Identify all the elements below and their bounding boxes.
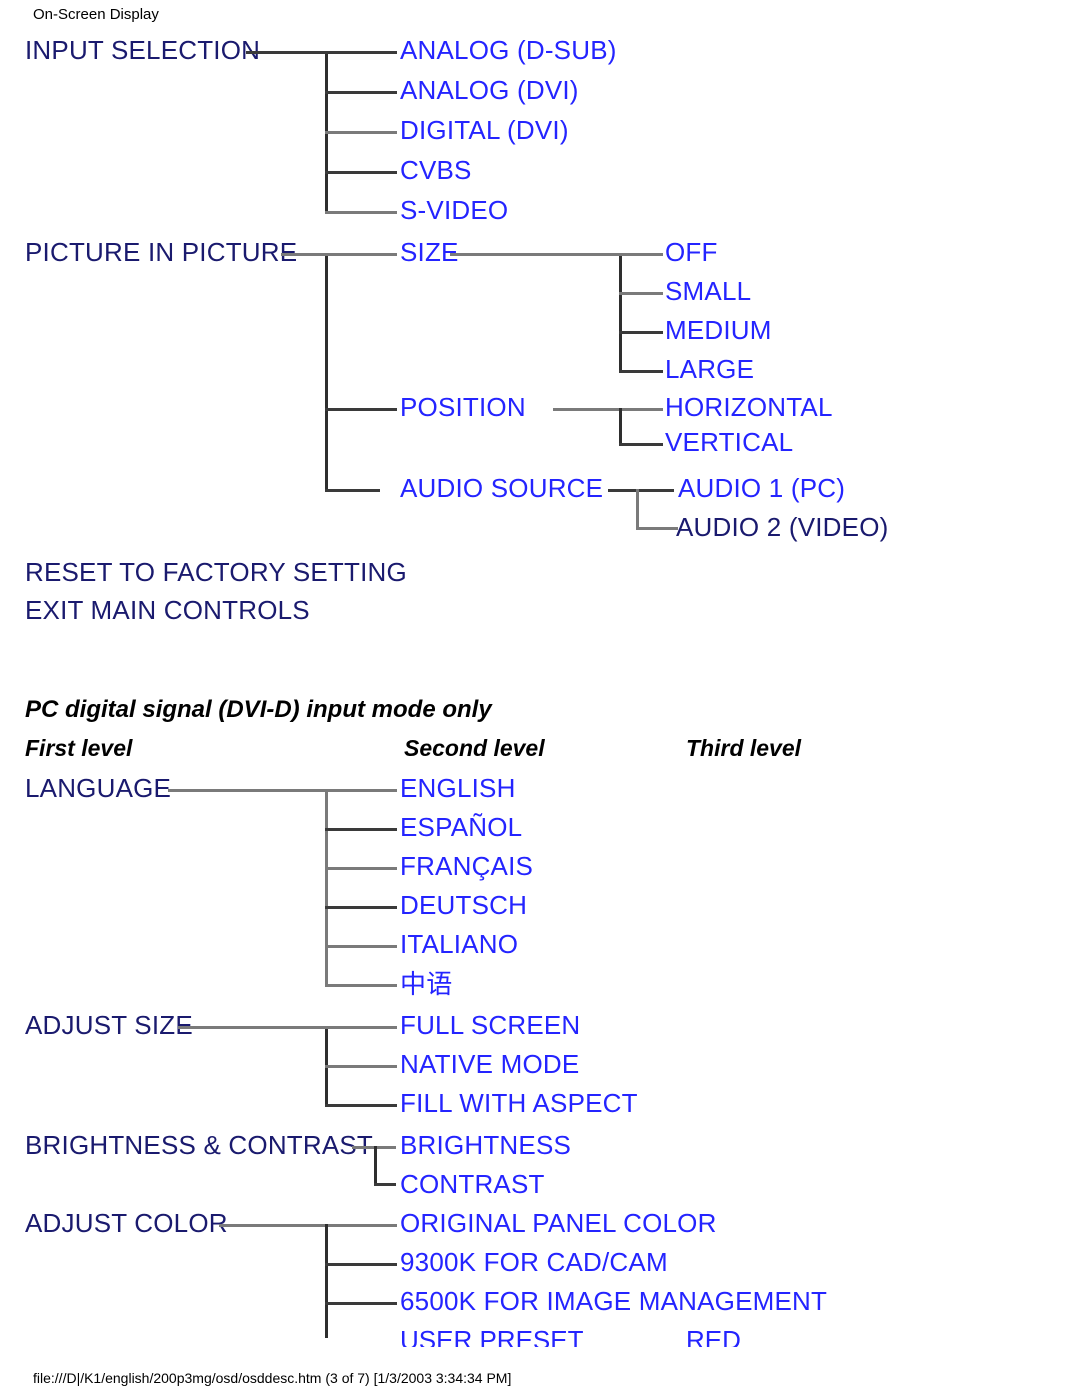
connector-horizontal xyxy=(636,527,678,530)
menu-item-brightness[interactable]: BRIGHTNESS xyxy=(400,1130,571,1161)
connector-horizontal xyxy=(325,171,397,174)
menu-item-size-large[interactable]: LARGE xyxy=(665,354,754,385)
menu-item-analog-dvi[interactable]: ANALOG (DVI) xyxy=(400,75,579,106)
connector-horizontal xyxy=(281,253,328,256)
menu-item-original-panel-color[interactable]: ORIGINAL PANEL COLOR xyxy=(400,1208,717,1239)
menu-item-language-deutsch[interactable]: DEUTSCH xyxy=(400,890,527,921)
connector-horizontal xyxy=(325,253,397,256)
page-title: On-Screen Display xyxy=(33,6,159,23)
connector-horizontal xyxy=(325,984,397,987)
connector-horizontal xyxy=(178,1026,328,1029)
connector-horizontal xyxy=(619,253,663,256)
osd-menu-tree-page: { "page": { "header": "On-Screen Display… xyxy=(0,0,1080,1397)
status-bar-path: file:///D|/K1/english/200p3mg/osd/osddes… xyxy=(33,1370,512,1386)
connector-horizontal xyxy=(619,443,663,446)
menu-item-6500k-image-management[interactable]: 6500K FOR IMAGE MANAGEMENT xyxy=(400,1286,827,1317)
connector-horizontal xyxy=(325,906,397,909)
menu-item-language-italiano[interactable]: ITALIANO xyxy=(400,929,518,960)
menu-item-s-video[interactable]: S-VIDEO xyxy=(400,195,508,226)
connector-horizontal xyxy=(619,331,663,334)
connector-horizontal xyxy=(325,828,397,831)
menu-item-digital-dvi[interactable]: DIGITAL (DVI) xyxy=(400,115,569,146)
menu-item-9300k-cad-cam[interactable]: 9300K FOR CAD/CAM xyxy=(400,1247,668,1278)
connector-vertical-trunk xyxy=(374,1146,377,1185)
menu-item-position[interactable]: POSITION xyxy=(400,392,526,423)
connector-horizontal xyxy=(325,867,397,870)
column-header-second-level: Second level xyxy=(404,735,545,761)
menu-item-full-screen[interactable]: FULL SCREEN xyxy=(400,1010,580,1041)
connector-horizontal xyxy=(553,408,663,411)
connector-horizontal xyxy=(325,1026,397,1029)
connector-vertical-trunk xyxy=(619,253,622,371)
menu-item-analog-d-sub[interactable]: ANALOG (D-SUB) xyxy=(400,35,617,66)
menu-item-input-selection[interactable]: INPUT SELECTION xyxy=(25,35,260,66)
menu-item-adjust-size[interactable]: ADJUST SIZE xyxy=(25,1010,193,1041)
menu-item-audio-1-pc[interactable]: AUDIO 1 (PC) xyxy=(678,473,845,504)
menu-item-size-small[interactable]: SMALL xyxy=(665,276,751,307)
connector-horizontal xyxy=(325,211,397,214)
menu-item-picture-in-picture[interactable]: PICTURE IN PICTURE xyxy=(25,237,297,268)
column-header-third-level: Third level xyxy=(686,735,802,761)
connector-horizontal xyxy=(325,51,397,54)
menu-item-language-espanol[interactable]: ESPAÑOL xyxy=(400,812,522,843)
connector-horizontal xyxy=(325,789,397,792)
connector-vertical-trunk xyxy=(636,489,639,529)
menu-item-audio-2-video[interactable]: AUDIO 2 (VIDEO) xyxy=(676,512,888,543)
connector-vertical-trunk xyxy=(619,408,622,446)
menu-item-language-chinese[interactable]: 中语 xyxy=(400,964,452,1001)
menu-item-size-medium[interactable]: MEDIUM xyxy=(665,315,772,346)
connector-horizontal xyxy=(325,1302,397,1305)
connector-horizontal xyxy=(325,945,397,948)
connector-vertical-trunk xyxy=(325,253,328,489)
connector-vertical-trunk xyxy=(325,789,328,987)
connector-horizontal xyxy=(619,292,663,295)
menu-item-position-horizontal[interactable]: HORIZONTAL xyxy=(665,392,833,423)
menu-item-language-francais[interactable]: FRANÇAIS xyxy=(400,851,533,882)
connector-horizontal xyxy=(450,253,622,256)
connector-horizontal xyxy=(325,1065,397,1068)
menu-item-language-english[interactable]: ENGLISH xyxy=(400,773,516,804)
menu-item-fill-with-aspect[interactable]: FILL WITH ASPECT xyxy=(400,1088,638,1119)
section-note-dvi-d: PC digital signal (DVI-D) input mode onl… xyxy=(25,696,492,723)
menu-item-size-off[interactable]: OFF xyxy=(665,237,718,268)
connector-horizontal xyxy=(374,1183,396,1186)
connector-horizontal xyxy=(325,1263,397,1266)
menu-item-audio-source[interactable]: AUDIO SOURCE xyxy=(400,473,603,504)
menu-item-adjust-color[interactable]: ADJUST COLOR xyxy=(25,1208,228,1239)
connector-horizontal xyxy=(246,51,328,54)
connector-horizontal xyxy=(608,489,674,492)
menu-item-exit-main-controls[interactable]: EXIT MAIN CONTROLS xyxy=(25,595,310,626)
column-header-first-level: First level xyxy=(25,735,133,761)
menu-item-language[interactable]: LANGUAGE xyxy=(25,773,171,804)
connector-horizontal xyxy=(325,91,397,94)
connector-horizontal xyxy=(219,1224,397,1227)
connector-horizontal xyxy=(168,789,328,792)
connector-vertical-trunk xyxy=(325,1224,328,1338)
connector-horizontal xyxy=(325,131,397,134)
menu-item-user-preset-red[interactable]: RED xyxy=(686,1325,741,1347)
connector-horizontal xyxy=(325,408,397,411)
menu-item-reset-to-factory-setting[interactable]: RESET TO FACTORY SETTING xyxy=(25,557,407,588)
connector-horizontal xyxy=(325,1104,397,1107)
menu-item-user-preset[interactable]: USER PRESET xyxy=(400,1325,584,1347)
menu-item-native-mode[interactable]: NATIVE MODE xyxy=(400,1049,579,1080)
menu-item-brightness-and-contrast[interactable]: BRIGHTNESS & CONTRAST xyxy=(25,1130,373,1161)
connector-horizontal xyxy=(619,370,663,373)
menu-item-position-vertical[interactable]: VERTICAL xyxy=(665,427,793,458)
menu-item-cvbs[interactable]: CVBS xyxy=(400,155,472,186)
menu-item-contrast[interactable]: CONTRAST xyxy=(400,1169,545,1200)
connector-horizontal xyxy=(325,489,380,492)
